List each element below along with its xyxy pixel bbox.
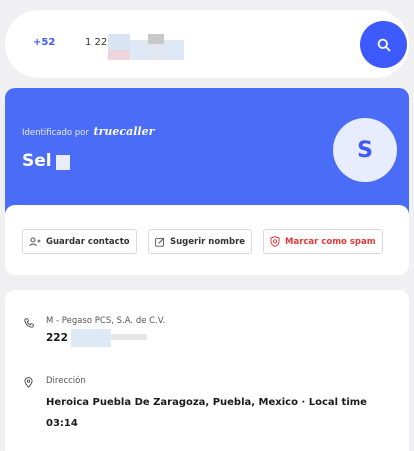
mark-spam-button[interactable]: Marcar como spam [263, 229, 383, 254]
identified-by-label: Identificado por truecaller [22, 125, 154, 138]
search-icon [377, 38, 390, 51]
profile-card: Identificado por truecaller Sel S [5, 88, 409, 214]
save-contact-label: Guardar contacto [46, 236, 130, 247]
carrier-name: M - Pegaso PCS, S.A. de C.V. [46, 316, 166, 326]
country-code[interactable]: +52 [33, 37, 55, 48]
identified-by-text: Identificado por [22, 128, 89, 138]
avatar: S [333, 118, 397, 182]
search-input[interactable]: 1 22 [85, 37, 107, 48]
redaction-mask [130, 40, 148, 60]
mark-spam-label: Marcar como spam [285, 236, 376, 247]
save-contact-button[interactable]: Guardar contacto [22, 229, 137, 254]
redaction-mask [108, 34, 130, 50]
suggest-name-label: Sugerir nombre [170, 236, 246, 247]
redaction-mask [108, 50, 130, 60]
location-pin-icon [24, 377, 33, 388]
profile-name-text: Sel [22, 151, 52, 171]
profile-name: Sel [22, 151, 52, 171]
actions-card: Guardar contacto Sugerir nombre Marcar c… [5, 205, 409, 275]
phone-icon [24, 318, 34, 328]
address-label: Dirección [46, 376, 86, 386]
redaction-mask [164, 40, 184, 60]
redaction-mask [148, 34, 164, 44]
redaction-mask [148, 44, 164, 60]
edit-icon [155, 237, 165, 247]
search-button[interactable] [360, 21, 407, 68]
details-card: M - Pegaso PCS, S.A. de C.V. 222 Direcci… [5, 290, 409, 451]
add-contact-icon [29, 237, 41, 246]
address-value: Heroica Puebla De Zaragoza, Puebla, Mexi… [46, 397, 367, 429]
suggest-name-button[interactable]: Sugerir nombre [148, 229, 253, 254]
phone-number: 222 [46, 332, 68, 344]
truecaller-logo: truecaller [93, 125, 155, 138]
redaction-mask [111, 334, 147, 340]
spam-shield-icon [270, 236, 280, 247]
redaction-mask [56, 155, 70, 170]
redaction-mask [71, 329, 111, 347]
search-bar[interactable]: +52 1 22 [5, 10, 409, 78]
